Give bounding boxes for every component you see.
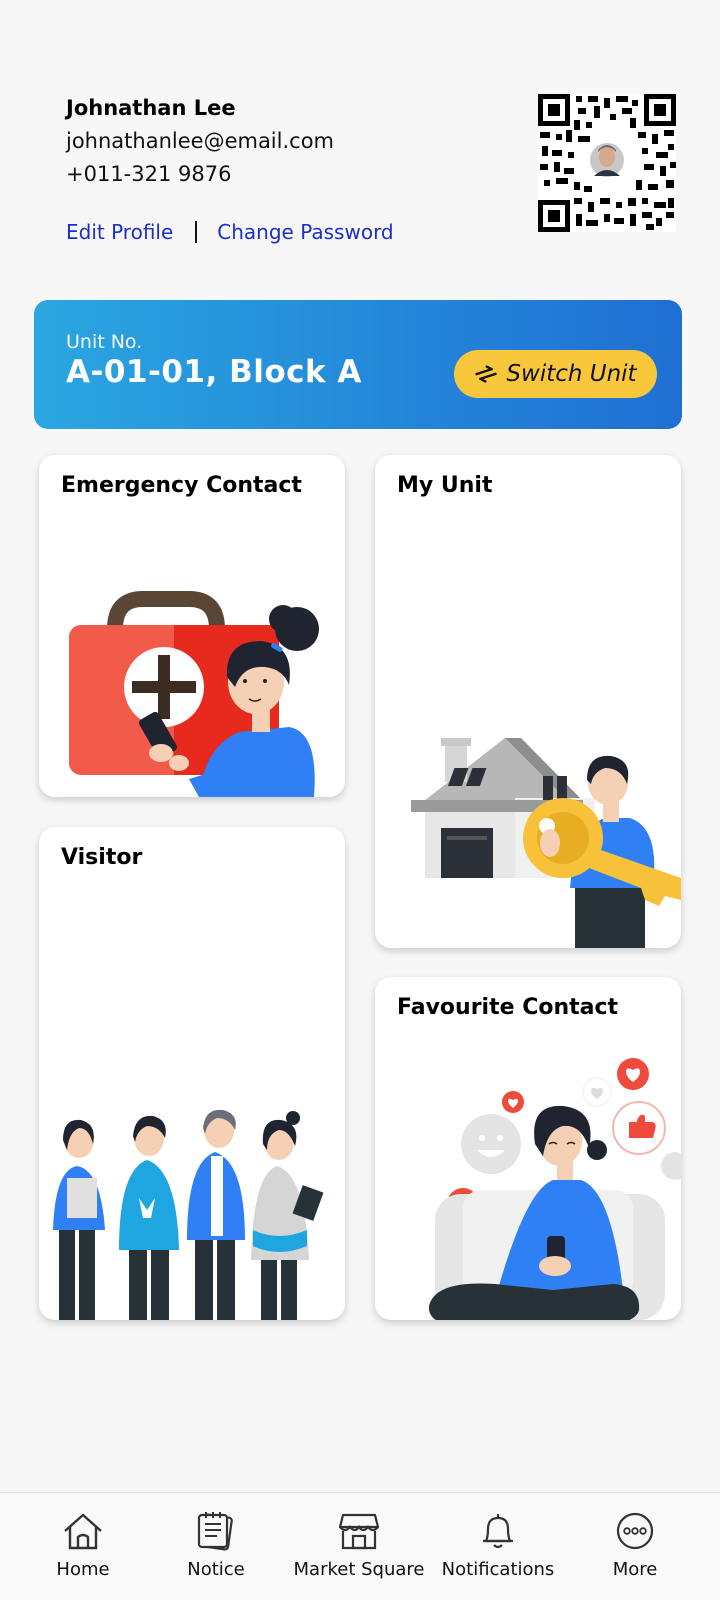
nav-label: More: [612, 1559, 658, 1580]
nav-notice[interactable]: Notice: [180, 1493, 252, 1600]
nav-label: Market Square: [293, 1559, 425, 1580]
emergency-contact-card[interactable]: Emergency Contact: [39, 455, 345, 797]
nav-market-square[interactable]: Market Square: [294, 1493, 424, 1600]
change-password-link[interactable]: Change Password: [217, 220, 393, 244]
swap-arrows-icon: [475, 365, 498, 383]
nav-home[interactable]: Home: [50, 1493, 116, 1600]
profile-links: Edit Profile Change Password: [66, 220, 394, 244]
more-icon: [616, 1512, 654, 1550]
profile-email: johnathanlee@email.com: [66, 129, 335, 153]
nav-more[interactable]: More: [602, 1493, 668, 1600]
nav-notifications[interactable]: Notifications: [440, 1493, 556, 1600]
profile-info: Johnathan Lee johnathanlee@email.com +01…: [66, 96, 334, 186]
profile-name: Johnathan Lee: [66, 96, 236, 120]
favourite-social-illustration: [428, 1058, 681, 1320]
nav-label: Notifications: [441, 1559, 555, 1580]
store-icon: [338, 1513, 380, 1550]
link-divider: [195, 221, 198, 243]
visitors-group-illustration: [53, 1110, 324, 1320]
bottom-navigation: Home Notice Market Square Notifications: [0, 1492, 720, 1600]
visitor-card[interactable]: Visitor: [39, 827, 345, 1320]
switch-unit-label: Switch Unit: [506, 361, 637, 387]
card-title: Emergency Contact: [61, 473, 302, 498]
qr-code-icon[interactable]: [538, 94, 676, 232]
card-title: Favourite Contact: [397, 995, 619, 1020]
unit-banner: Unit No. A-01-01, Block A Switch Unit: [34, 300, 682, 429]
nav-label: Home: [56, 1559, 110, 1580]
first-aid-kit-illustration: [69, 591, 319, 797]
nav-label: Notice: [187, 1559, 245, 1580]
edit-profile-link[interactable]: Edit Profile: [66, 220, 173, 244]
favourite-contact-card[interactable]: Favourite Contact: [375, 977, 681, 1320]
unit-label: Unit No.: [66, 331, 143, 353]
card-title: Visitor: [61, 845, 143, 870]
my-unit-card[interactable]: My Unit: [375, 455, 681, 948]
card-title: My Unit: [397, 473, 493, 498]
notice-icon: [197, 1512, 233, 1551]
bell-icon: [483, 1514, 513, 1549]
home-icon: [64, 1513, 102, 1550]
profile-phone: +011-321 9876: [66, 162, 232, 186]
unit-number: A-01-01, Block A: [66, 354, 362, 390]
house-key-illustration: [411, 738, 681, 948]
switch-unit-button[interactable]: Switch Unit: [454, 350, 657, 398]
